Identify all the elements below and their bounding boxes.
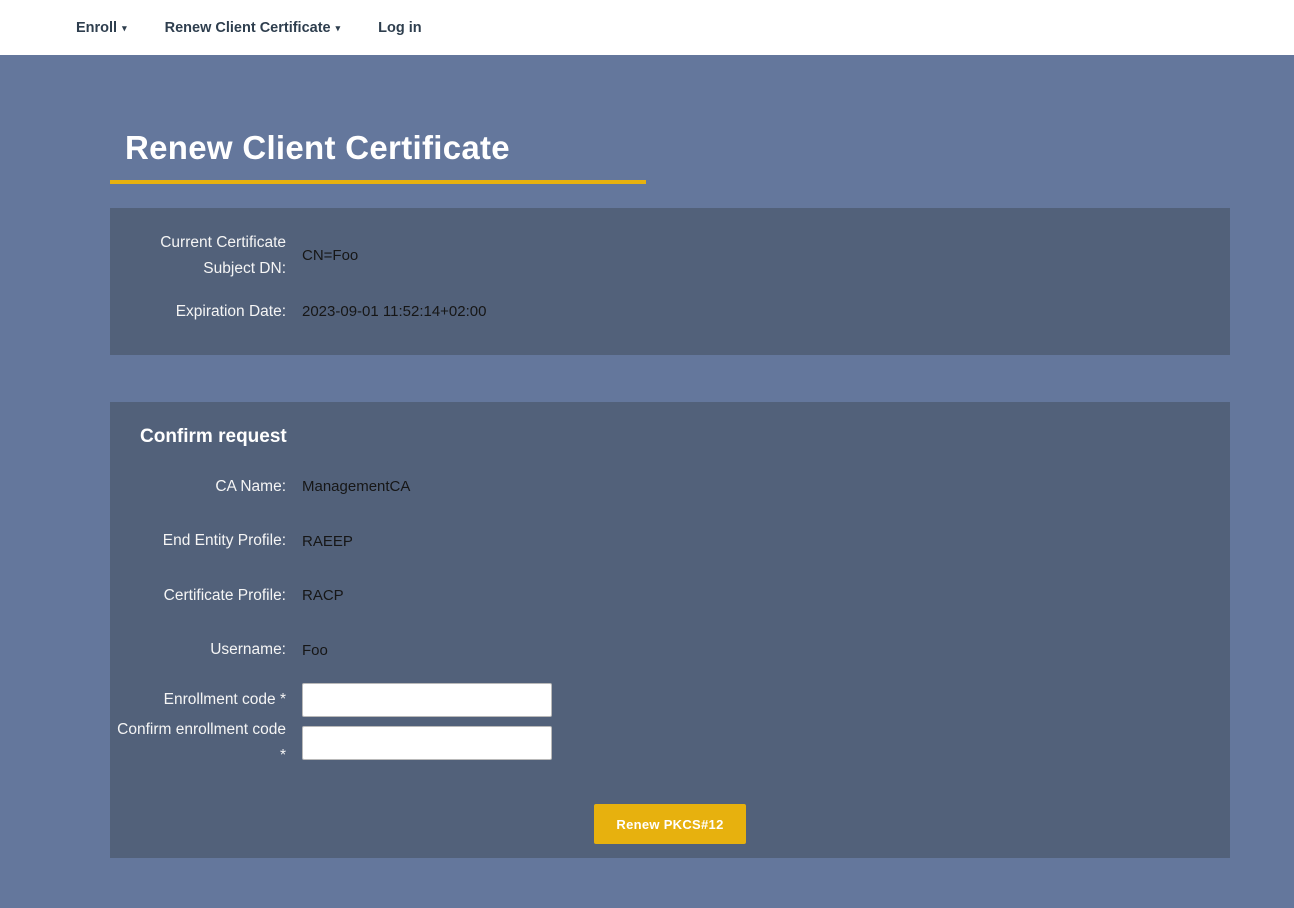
page-title: Renew Client Certificate bbox=[110, 129, 646, 167]
nav-login-label: Log in bbox=[378, 20, 422, 36]
expiration-date-label: Expiration Date: bbox=[110, 299, 286, 325]
current-certificate-panel: Current Certificate Subject DN: CN=Foo E… bbox=[110, 208, 1230, 355]
subject-dn-label: Current Certificate Subject DN: bbox=[110, 230, 286, 281]
title-block: Renew Client Certificate bbox=[110, 129, 646, 184]
username-label: Username: bbox=[110, 637, 286, 663]
top-navbar: Enroll ▾ Renew Client Certificate ▾ Log … bbox=[0, 0, 1294, 55]
confirm-request-heading: Confirm request bbox=[110, 426, 1230, 448]
nav-enroll-label: Enroll bbox=[76, 20, 117, 36]
certificate-profile-label: Certificate Profile: bbox=[110, 583, 286, 609]
renew-pkcs12-button[interactable]: Renew PKCS#12 bbox=[594, 804, 745, 844]
end-entity-profile-value: RAEEP bbox=[302, 533, 353, 550]
certificate-profile-row: Certificate Profile: RACP bbox=[110, 583, 1230, 609]
username-value: Foo bbox=[302, 642, 328, 659]
subject-dn-value: CN=Foo bbox=[302, 247, 358, 264]
button-row: Renew PKCS#12 bbox=[110, 804, 1230, 844]
ca-name-label: CA Name: bbox=[110, 474, 286, 500]
confirm-request-panel: Confirm request CA Name: ManagementCA En… bbox=[110, 402, 1230, 858]
confirm-enrollment-code-input[interactable] bbox=[302, 726, 552, 760]
end-entity-profile-row: End Entity Profile: RAEEP bbox=[110, 528, 1230, 554]
ca-name-value: ManagementCA bbox=[302, 478, 410, 495]
enrollment-code-label: Enrollment code * bbox=[110, 687, 286, 713]
enrollment-code-input[interactable] bbox=[302, 683, 552, 717]
confirm-enrollment-code-label: Confirm enrollment code * bbox=[110, 717, 286, 768]
confirm-enrollment-code-row: Confirm enrollment code * bbox=[110, 717, 1230, 768]
subject-dn-row: Current Certificate Subject DN: CN=Foo bbox=[110, 230, 1230, 281]
nav-enroll[interactable]: Enroll ▾ bbox=[76, 20, 127, 36]
username-row: Username: Foo bbox=[110, 637, 1230, 663]
nav-renew-label: Renew Client Certificate bbox=[165, 20, 331, 36]
chevron-down-icon: ▾ bbox=[122, 23, 127, 34]
page-content: Renew Client Certificate Current Certifi… bbox=[0, 129, 1294, 858]
enrollment-code-row: Enrollment code * bbox=[110, 683, 1230, 717]
nav-renew-client-certificate[interactable]: Renew Client Certificate ▾ bbox=[165, 20, 341, 36]
certificate-profile-value: RACP bbox=[302, 587, 344, 604]
expiration-date-value: 2023-09-01 11:52:14+02:00 bbox=[302, 303, 486, 320]
ca-name-row: CA Name: ManagementCA bbox=[110, 474, 1230, 500]
chevron-down-icon: ▾ bbox=[336, 23, 341, 34]
nav-log-in[interactable]: Log in bbox=[378, 20, 422, 36]
end-entity-profile-label: End Entity Profile: bbox=[110, 528, 286, 554]
expiration-date-row: Expiration Date: 2023-09-01 11:52:14+02:… bbox=[110, 299, 1230, 325]
